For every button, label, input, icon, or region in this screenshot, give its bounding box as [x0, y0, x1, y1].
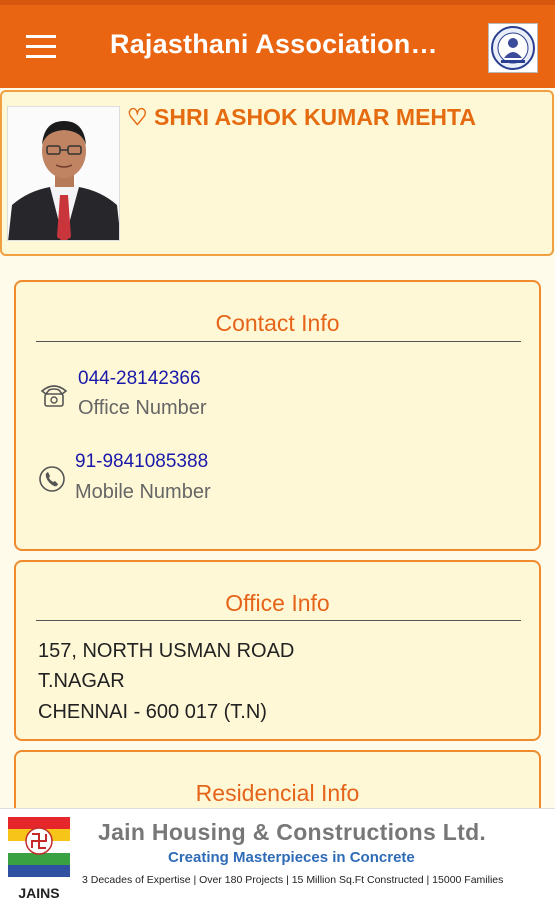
contact-info-card: Contact Info 044-28142366 Office Number …: [14, 280, 541, 551]
association-logo-icon: [488, 23, 538, 73]
divider: [36, 341, 521, 342]
app-title: Rajasthani Association…: [110, 29, 438, 59]
address-line: T.NAGAR: [38, 670, 125, 692]
office-info-title: Office Info: [225, 590, 330, 616]
residence-info-title: Residencial Info: [195, 780, 360, 806]
app-bar: Rajasthani Association…: [0, 5, 555, 88]
office-info-card: Office Info 157, NORTH USMAN ROAD T.NAGA…: [14, 560, 541, 741]
mobile-number-row[interactable]: 91-9841085388 Mobile Number: [38, 451, 338, 521]
address-line: 157, NORTH USMAN ROAD: [38, 640, 295, 662]
ad-title: Jain Housing & Constructions Ltd.: [98, 819, 487, 845]
member-name: ♡ SHRI ASHOK KUMAR MEHTA: [127, 104, 476, 130]
mobile-number-value[interactable]: 91-9841085388: [75, 451, 230, 471]
office-number-row[interactable]: 044-28142366 Office Number: [38, 368, 338, 438]
office-number-label: Office Number: [78, 397, 207, 419]
telephone-icon: [38, 379, 70, 411]
contact-info-title: Contact Info: [215, 310, 340, 336]
ad-banner[interactable]: JAINS Jain Housing & Constructions Ltd. …: [0, 808, 555, 900]
mobile-number-label: Mobile Number: [75, 481, 211, 503]
address-line: CHENNAI - 600 017 (T.N): [38, 701, 267, 723]
member-photo: [7, 106, 120, 241]
ad-tagline: Creating Masterpieces in Concrete: [168, 849, 415, 866]
jains-logo: JAINS: [6, 817, 72, 900]
ad-logo-text: JAINS: [18, 885, 60, 900]
profile-card: ♡ SHRI ASHOK KUMAR MEHTA: [0, 90, 554, 256]
ad-details: 3 Decades of Expertise | Over 180 Projec…: [82, 874, 504, 886]
divider: [36, 620, 521, 621]
hamburger-menu-icon[interactable]: [26, 35, 58, 59]
phone-icon: [36, 463, 68, 495]
office-number-value[interactable]: 044-28142366: [78, 368, 220, 388]
